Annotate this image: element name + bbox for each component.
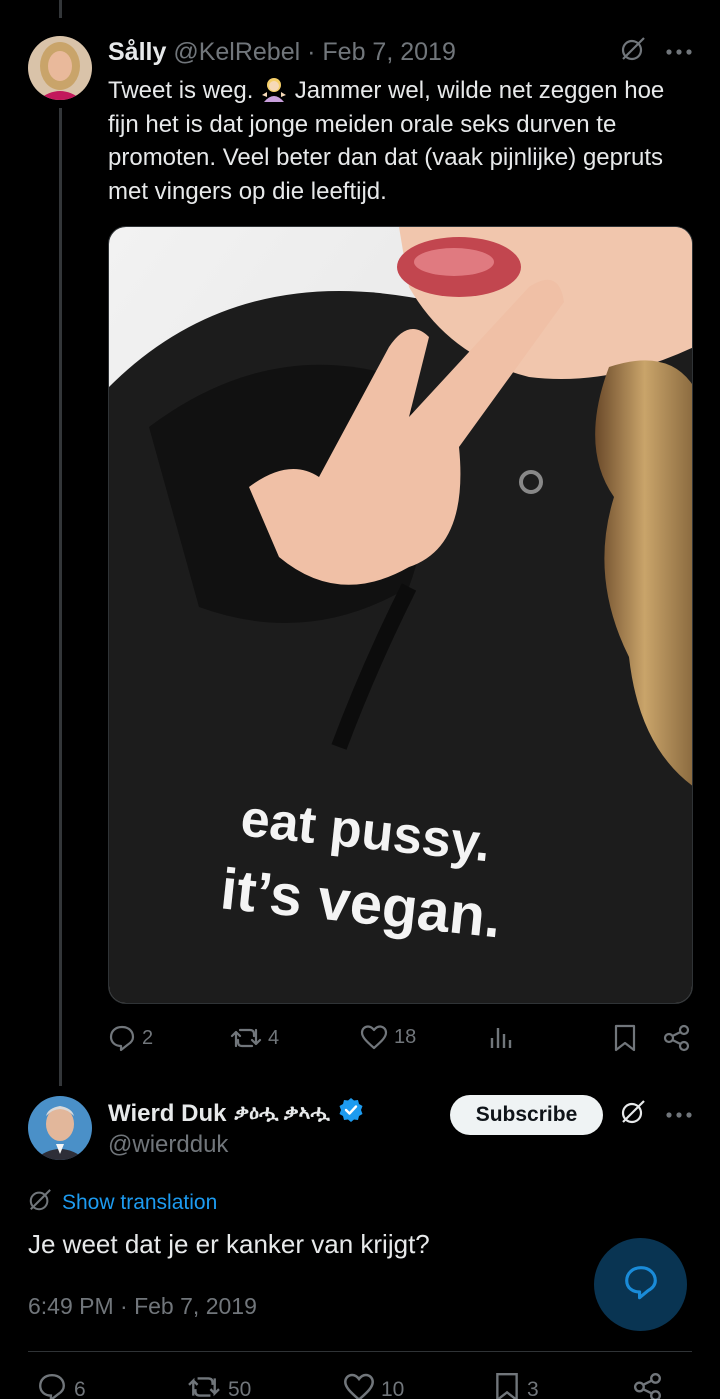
author-name[interactable]: Sålly xyxy=(108,38,166,66)
views-icon[interactable] xyxy=(488,1024,514,1050)
share-action[interactable] xyxy=(632,1372,664,1399)
translate-icon xyxy=(28,1188,52,1218)
repost-icon[interactable] xyxy=(186,1372,222,1399)
reply-action[interactable]: 6 xyxy=(36,1372,86,1399)
bookmark-icon[interactable] xyxy=(493,1372,521,1399)
views-action[interactable] xyxy=(488,1024,514,1050)
woman-shrugging-emoji xyxy=(260,75,288,103)
author-name[interactable]: Wierd Duk xyxy=(108,1100,226,1128)
thread-line xyxy=(59,108,62,1086)
bookmark-action[interactable] xyxy=(613,1024,637,1052)
verified-badge-icon xyxy=(338,1097,364,1130)
repost-count: 50 xyxy=(228,1378,252,1399)
compose-reply-icon[interactable] xyxy=(621,1262,661,1307)
tweet-text: Tweet is weg. Jammer wel, wilde net zegg… xyxy=(108,74,698,208)
more-icon[interactable] xyxy=(666,43,692,61)
avatar-sally[interactable] xyxy=(28,36,92,100)
tweet-date[interactable]: Feb 7, 2019 xyxy=(322,38,455,66)
reply-count: 6 xyxy=(74,1378,86,1399)
like-action[interactable]: 18 xyxy=(360,1024,416,1050)
author-handle[interactable]: @KelRebel xyxy=(173,38,300,66)
share-icon[interactable] xyxy=(663,1024,691,1052)
show-translation-label[interactable]: Show translation xyxy=(62,1191,217,1215)
bookmark-action[interactable]: 3 xyxy=(493,1372,539,1399)
grok-icon[interactable] xyxy=(620,1099,646,1130)
author-handle[interactable]: @wierdduk xyxy=(108,1131,228,1159)
author-name-script: ቃዕሗ ቃኣሗ xyxy=(234,1102,330,1124)
tweet-image[interactable]: eat pussy. it’s vegan. xyxy=(108,226,693,1004)
tweet-header: Sålly @KelRebel · Feb 7, 2019 xyxy=(108,38,456,67)
bookmark-icon[interactable] xyxy=(613,1024,637,1052)
divider xyxy=(28,1351,692,1352)
tweet-top-actions xyxy=(620,36,692,67)
subscribe-button[interactable]: Subscribe xyxy=(450,1095,603,1135)
like-icon[interactable] xyxy=(360,1024,388,1050)
tweet2-engagement-bar: 6 50 10 3 xyxy=(28,1372,692,1399)
bookmark-count: 3 xyxy=(527,1378,539,1399)
reply-action[interactable]: 2 xyxy=(108,1024,153,1052)
author-name-row: Wierd Duk ቃዕሗ ቃኣሗ xyxy=(108,1097,364,1130)
share-icon[interactable] xyxy=(632,1372,664,1399)
more-icon[interactable] xyxy=(666,1106,692,1124)
repost-icon[interactable] xyxy=(230,1024,262,1052)
tweet-text: Je weet dat je er kanker van krijgt? xyxy=(28,1229,430,1259)
compose-reply-button[interactable] xyxy=(594,1238,687,1331)
tweet2-top-actions xyxy=(620,1099,692,1130)
reply-count: 2 xyxy=(142,1026,154,1049)
reply-icon[interactable] xyxy=(36,1372,68,1399)
reply-icon[interactable] xyxy=(108,1024,136,1052)
tweet-timestamp[interactable]: 6:49 PM · Feb 7, 2019 xyxy=(28,1293,257,1320)
avatar-wierd-duk[interactable] xyxy=(28,1096,92,1160)
like-icon[interactable] xyxy=(343,1372,375,1399)
like-action[interactable]: 10 xyxy=(343,1372,404,1399)
like-count: 10 xyxy=(381,1378,405,1399)
grok-icon[interactable] xyxy=(620,36,646,67)
share-action[interactable] xyxy=(663,1024,691,1052)
show-translation-link[interactable]: Show translation xyxy=(28,1188,217,1218)
like-count: 18 xyxy=(394,1025,417,1048)
repost-action[interactable]: 50 xyxy=(186,1372,251,1399)
separator: · xyxy=(307,38,316,66)
repost-action[interactable]: 4 xyxy=(230,1024,279,1052)
tweet-engagement-bar: 2 4 18 xyxy=(108,1024,693,1060)
repost-count: 4 xyxy=(268,1026,280,1049)
thread-line-top xyxy=(59,0,62,18)
tweet-text-part1: Tweet is weg. xyxy=(108,77,261,104)
